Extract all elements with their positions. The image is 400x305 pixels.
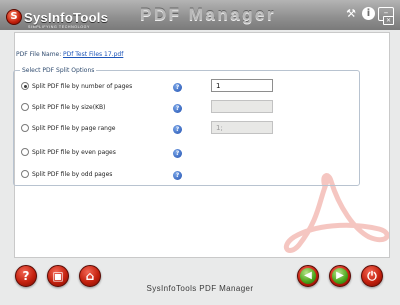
help-icon[interactable]: ?	[173, 171, 182, 180]
brand-logo-icon: S	[6, 9, 22, 25]
maximize-icon[interactable]: ✕	[383, 16, 394, 25]
option-label: Split PDF file by size(KB)	[32, 103, 106, 111]
split-options-group: Select PDF Split Options Split PDF file …	[13, 67, 360, 186]
radio-odd-pages[interactable]	[21, 170, 29, 178]
file-name-link[interactable]: PDf Test Files 17.pdf	[63, 51, 123, 58]
brand-tagline: SIMPLIFYING TECHNOLOGY	[28, 25, 91, 29]
register-icon: ▣	[52, 269, 64, 283]
help-icon[interactable]: ?	[173, 125, 182, 134]
pages-count-input[interactable]: 1	[211, 79, 273, 92]
brand-logo: S SysInfoTools SIMPLIFYING TECHNOLOGY	[6, 8, 109, 29]
file-name-label: PDF File Name:	[16, 51, 62, 58]
purchase-icon: ⌂	[85, 269, 95, 283]
info-icon[interactable]: i	[362, 7, 375, 20]
radio-number-of-pages[interactable]	[21, 82, 29, 90]
app-title: PDF Manager	[140, 5, 277, 24]
next-button[interactable]: ▶	[329, 265, 351, 287]
option-label: Split PDF file by odd pages	[32, 170, 113, 178]
option-label: Split PDF file by number of pages	[32, 82, 133, 90]
back-button[interactable]: ◀	[297, 265, 319, 287]
file-name-row: PDF File Name: PDf Test Files 17.pdf	[16, 51, 123, 58]
option-even-pages[interactable]: Split PDF file by even pages	[21, 148, 116, 156]
option-size-kb[interactable]: Split PDF file by size(KB)	[21, 103, 106, 111]
arrow-right-icon: ▶	[332, 268, 348, 284]
option-label: Split PDF file by even pages	[32, 148, 116, 156]
question-icon: ?	[22, 269, 30, 283]
radio-even-pages[interactable]	[21, 148, 29, 156]
power-icon: ⏻	[367, 269, 377, 283]
split-options-legend: Select PDF Split Options	[22, 67, 95, 74]
option-number-of-pages[interactable]: Split PDF file by number of pages	[21, 82, 132, 90]
option-odd-pages[interactable]: Split PDF file by odd pages	[21, 170, 112, 178]
option-page-range[interactable]: Split PDF file by page range	[21, 124, 115, 132]
tools-icon[interactable]: ⚒	[343, 7, 359, 21]
help-icon[interactable]: ?	[173, 83, 182, 92]
radio-size-kb[interactable]	[21, 103, 29, 111]
brand-name: SysInfoTools	[24, 9, 109, 25]
size-kb-input	[211, 100, 273, 113]
app-window: S SysInfoTools SIMPLIFYING TECHNOLOGY PD…	[0, 0, 400, 305]
exit-button[interactable]: ⏻	[361, 265, 383, 287]
title-bar-controls: ⚒ i – ✕	[343, 7, 394, 25]
help-icon[interactable]: ?	[173, 149, 182, 158]
help-icon[interactable]: ?	[173, 104, 182, 113]
radio-page-range[interactable]	[21, 124, 29, 132]
option-label: Split PDF file by page range	[32, 124, 116, 132]
title-bar: S SysInfoTools SIMPLIFYING TECHNOLOGY PD…	[0, 0, 400, 30]
page-range-input: 1;	[211, 121, 273, 134]
arrow-left-icon: ◀	[300, 268, 316, 284]
